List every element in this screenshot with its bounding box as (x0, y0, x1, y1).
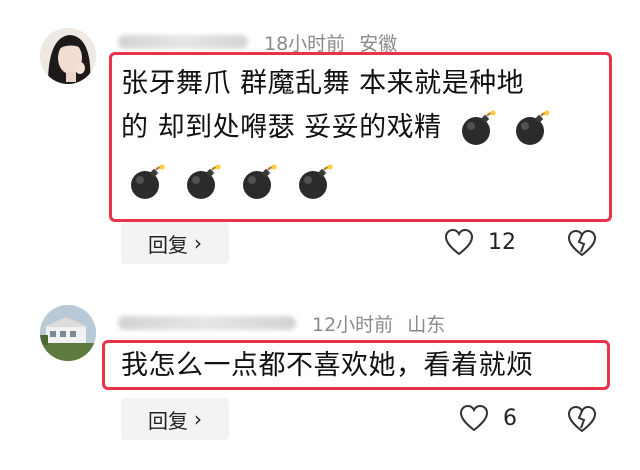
like-count: 6 (503, 405, 517, 431)
comment-text-line-row: 的 却到处嘚瑟 妥妥的戏精 (121, 106, 601, 150)
comment-item: 18小时前 安徽 张牙舞爪 群魔乱舞 本来就是种地 的 却到处嘚瑟 妥妥的戏精 … (0, 0, 640, 285)
comment-item: 12小时前 山东 我怎么一点都不喜欢她，看着就烦 回复 › 6 (0, 285, 640, 470)
broken-heart-icon[interactable] (567, 404, 597, 434)
emoji-row (123, 164, 333, 200)
comment-location: 山东 (407, 313, 446, 336)
building-landscape-avatar-image (40, 305, 96, 361)
broken-heart-icon[interactable] (567, 228, 597, 258)
comment-text: 张牙舞爪 群魔乱舞 本来就是种地 的 却到处嘚瑟 妥妥的戏精 (121, 62, 601, 150)
reply-label: 回复 (148, 232, 188, 257)
comment-meta: 12小时前 山东 (118, 310, 445, 336)
username-redacted (118, 35, 248, 49)
comment-time: 12小时前 (312, 313, 394, 336)
like-button[interactable]: 12 (444, 228, 516, 256)
bomb-emoji-icon (461, 110, 496, 145)
username-redacted (118, 316, 296, 330)
avatar[interactable] (40, 28, 96, 84)
bomb-emoji-icon (299, 164, 333, 199)
comment-text: 我怎么一点都不喜欢她，看着就烦 (121, 346, 601, 386)
comment-text-line: 我怎么一点都不喜欢她，看着就烦 (121, 350, 534, 381)
like-button[interactable]: 6 (459, 404, 517, 432)
bomb-emoji-icon (243, 164, 277, 199)
heart-icon (459, 404, 489, 432)
bomb-emoji-icon (515, 110, 550, 145)
chevron-right-icon: › (194, 407, 202, 431)
heart-icon (444, 228, 474, 256)
comment-text-line: 张牙舞爪 群魔乱舞 本来就是种地 (121, 68, 525, 99)
like-count: 12 (488, 229, 516, 255)
bomb-emoji-icon (187, 164, 221, 199)
reply-label: 回复 (148, 408, 188, 433)
reply-button[interactable]: 回复 › (121, 222, 229, 264)
comment-text-line: 的 却到处嘚瑟 妥妥的戏精 (121, 112, 442, 143)
reply-button[interactable]: 回复 › (121, 398, 229, 440)
chevron-right-icon: › (194, 231, 202, 255)
avatar[interactable] (40, 305, 96, 361)
bomb-emoji-icon (131, 164, 165, 199)
woman-portrait-avatar-image (40, 28, 96, 84)
